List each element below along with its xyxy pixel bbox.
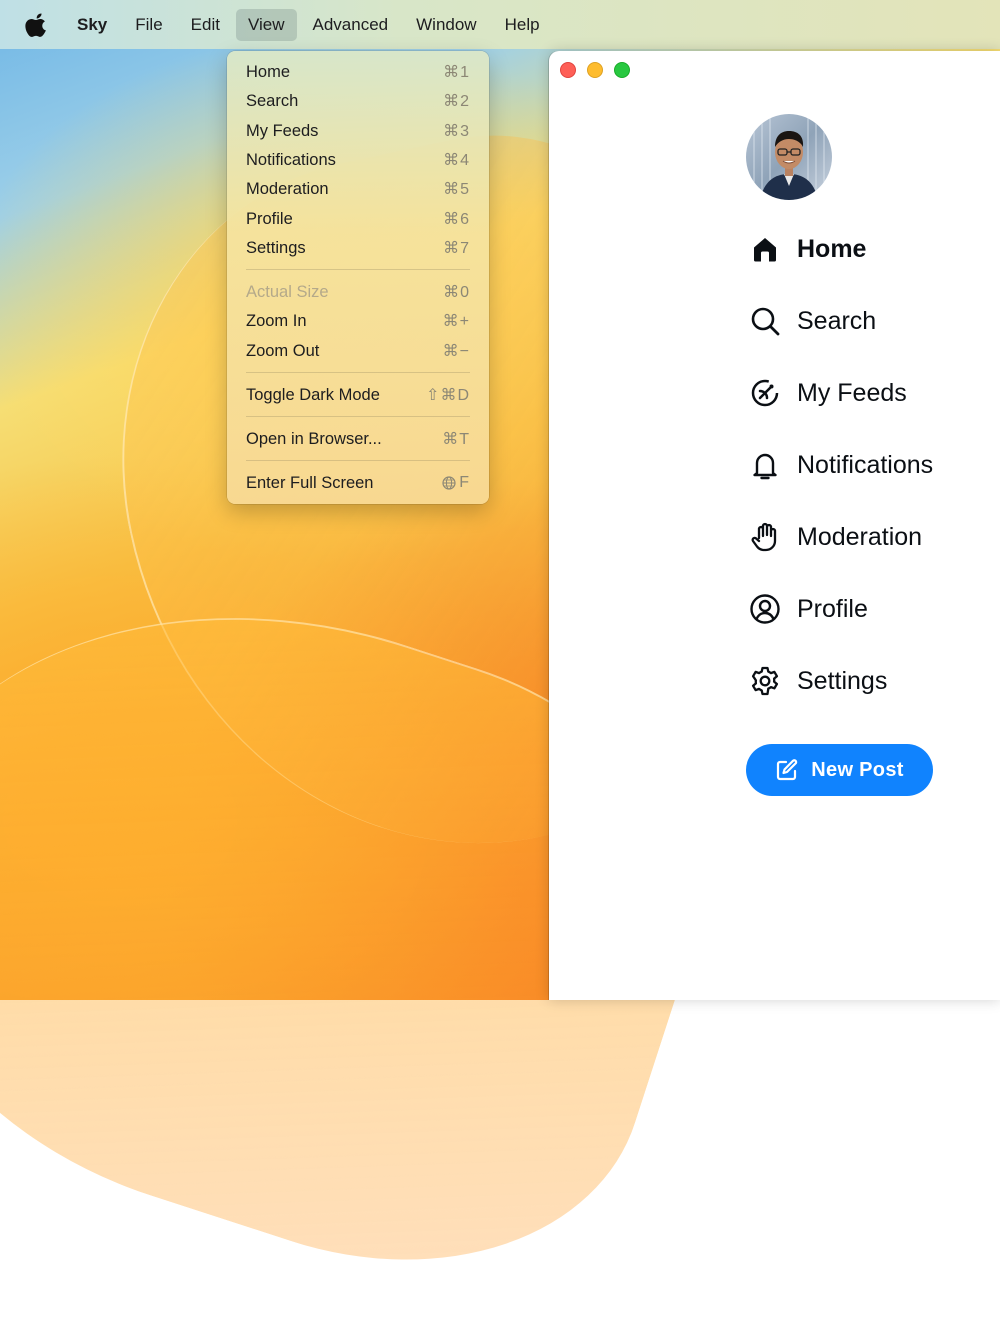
menu-window[interactable]: Window bbox=[404, 9, 488, 41]
menu-item-moderation[interactable]: Moderation ⌘5 bbox=[227, 175, 489, 203]
sidebar-item-notifications[interactable]: Notifications bbox=[748, 445, 933, 485]
shortcut-label: ⌘3 bbox=[443, 123, 470, 140]
menu-item-label: Zoom In bbox=[246, 311, 307, 330]
feeds-icon bbox=[748, 376, 782, 410]
sidebar-item-home[interactable]: Home bbox=[748, 229, 866, 269]
sidebar-item-label: My Feeds bbox=[797, 378, 907, 407]
sidebar-item-settings[interactable]: Settings bbox=[748, 661, 887, 701]
window-minimize-button[interactable] bbox=[587, 62, 603, 78]
sidebar-item-label: Settings bbox=[797, 666, 888, 695]
compose-icon bbox=[777, 759, 798, 781]
shortcut-wrap: F bbox=[442, 474, 470, 492]
sidebar-item-label: Home bbox=[797, 234, 867, 263]
menu-item-label: Home bbox=[246, 62, 291, 81]
menu-item-zoom-in[interactable]: Zoom In ⌘+ bbox=[227, 307, 489, 335]
shortcut-label: ⌘1 bbox=[443, 64, 470, 81]
avatar-image bbox=[746, 114, 832, 200]
menu-item-label: Search bbox=[246, 91, 299, 110]
search-icon bbox=[748, 304, 782, 338]
menu-item-search[interactable]: Search ⌘2 bbox=[227, 87, 489, 115]
menu-item-label: Open in Browser... bbox=[246, 429, 382, 448]
menu-item-settings[interactable]: Settings ⌘7 bbox=[227, 234, 489, 262]
sidebar-item-search[interactable]: Search bbox=[748, 301, 876, 341]
menu-separator bbox=[246, 269, 470, 270]
menu-item-label: Enter Full Screen bbox=[246, 473, 374, 492]
sidebar-item-label: Search bbox=[797, 306, 877, 335]
sidebar-item-label: Profile bbox=[797, 594, 868, 623]
sidebar-item-label: Notifications bbox=[797, 450, 934, 479]
apple-icon[interactable] bbox=[25, 13, 47, 37]
hand-icon bbox=[748, 520, 782, 554]
window-close-button[interactable] bbox=[560, 62, 576, 78]
shortcut-label: ⌘T bbox=[442, 431, 470, 448]
menu-item-zoom-out[interactable]: Zoom Out ⌘− bbox=[227, 337, 489, 365]
shortcut-label: ⌘− bbox=[442, 343, 470, 360]
shortcut-label: ⌘4 bbox=[443, 152, 470, 169]
menu-view[interactable]: View bbox=[235, 8, 297, 41]
menu-item-label: Settings bbox=[246, 238, 306, 257]
menu-edit[interactable]: Edit bbox=[179, 9, 232, 41]
menu-item-enter-full-screen[interactable]: Enter Full Screen F bbox=[227, 469, 489, 497]
new-post-button[interactable]: New Post bbox=[746, 744, 933, 796]
menu-item-label: My Feeds bbox=[246, 121, 319, 140]
sidebar-item-profile[interactable]: Profile bbox=[748, 589, 868, 629]
new-post-label: New Post bbox=[811, 758, 904, 781]
menu-separator bbox=[246, 372, 470, 373]
menu-item-open-in-browser[interactable]: Open in Browser... ⌘T bbox=[227, 425, 489, 453]
menu-bar: Sky File Edit View Advanced Window Help bbox=[0, 0, 1000, 49]
menu-item-my-feeds[interactable]: My Feeds ⌘3 bbox=[227, 117, 489, 145]
menu-item-label: Toggle Dark Mode bbox=[246, 385, 380, 404]
menu-separator bbox=[246, 416, 470, 417]
user-circle-icon bbox=[748, 592, 782, 626]
house-icon bbox=[748, 232, 782, 266]
menu-item-actual-size: Actual Size ⌘0 bbox=[227, 278, 489, 306]
app-window: Home Search My Feeds Notifications Moder… bbox=[549, 51, 1000, 1000]
menu-item-label: Moderation bbox=[246, 179, 329, 198]
window-maximize-button[interactable] bbox=[614, 62, 630, 78]
menu-item-label: Zoom Out bbox=[246, 341, 320, 360]
menu-item-toggle-dark-mode[interactable]: Toggle Dark Mode ⇧⌘D bbox=[227, 381, 489, 409]
menu-app-name[interactable]: Sky bbox=[65, 9, 119, 41]
sidebar-item-my-feeds[interactable]: My Feeds bbox=[748, 373, 907, 413]
shortcut-label: ⌘+ bbox=[442, 313, 470, 330]
shortcut-label: ⇧⌘D bbox=[426, 387, 470, 404]
menu-advanced[interactable]: Advanced bbox=[301, 9, 401, 41]
bell-icon bbox=[748, 448, 782, 482]
shortcut-label: ⌘5 bbox=[443, 181, 470, 198]
menu-item-label: Profile bbox=[246, 209, 293, 228]
menu-item-notifications[interactable]: Notifications ⌘4 bbox=[227, 146, 489, 174]
shortcut-label: ⌘6 bbox=[443, 211, 470, 228]
shortcut-label: ⌘7 bbox=[443, 240, 470, 257]
gear-icon bbox=[748, 664, 782, 698]
shortcut-label: ⌘0 bbox=[443, 284, 470, 301]
menu-help[interactable]: Help bbox=[493, 9, 552, 41]
menu-item-home[interactable]: Home ⌘1 bbox=[227, 58, 489, 86]
shortcut-label: ⌘2 bbox=[443, 93, 470, 110]
view-menu-dropdown: Home ⌘1 Search ⌘2 My Feeds ⌘3 Notificati… bbox=[227, 51, 489, 504]
sidebar-item-moderation[interactable]: Moderation bbox=[748, 517, 922, 557]
menu-item-label: Actual Size bbox=[246, 282, 329, 301]
avatar[interactable] bbox=[746, 114, 832, 200]
menu-file[interactable]: File bbox=[123, 9, 174, 41]
shortcut-label: F bbox=[459, 474, 470, 491]
menu-item-label: Notifications bbox=[246, 150, 336, 169]
menu-separator bbox=[246, 460, 470, 461]
sidebar-item-label: Moderation bbox=[797, 522, 923, 551]
menu-item-profile[interactable]: Profile ⌘6 bbox=[227, 205, 489, 233]
globe-icon bbox=[442, 476, 456, 490]
